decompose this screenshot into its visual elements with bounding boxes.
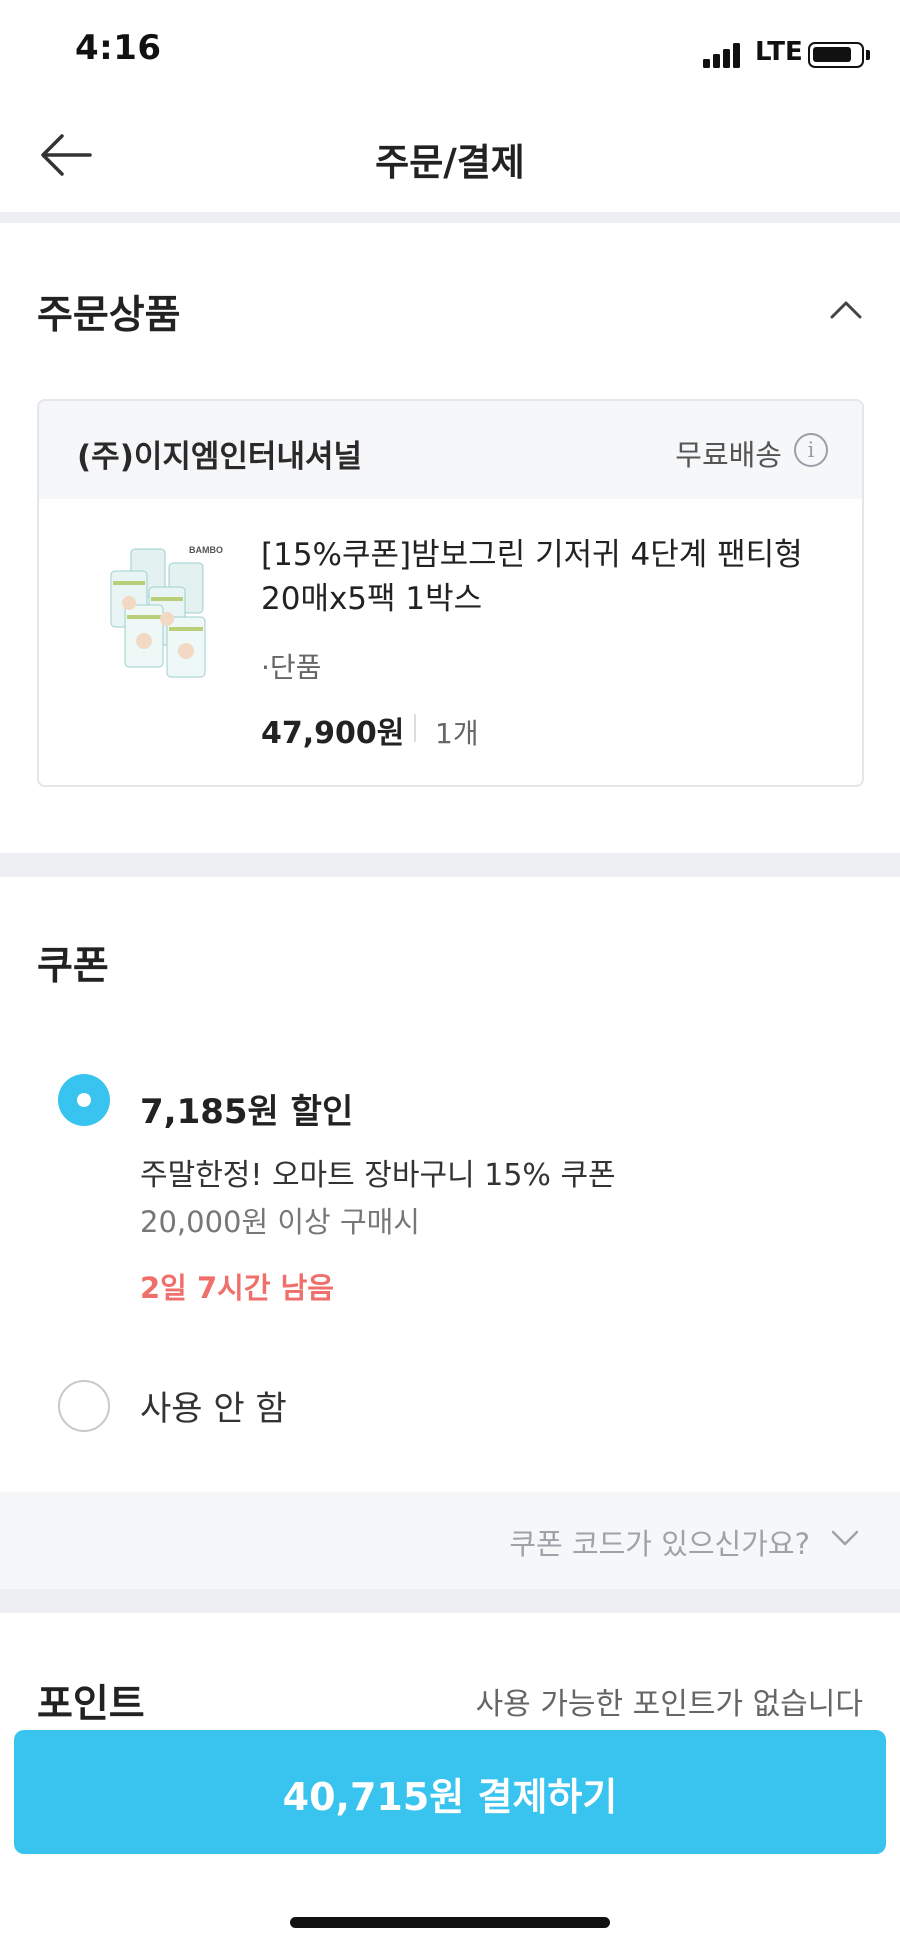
coupon-discount-amount: 7,185원 할인 — [140, 1092, 354, 1132]
coupon-code-toggle[interactable]: 쿠폰 코드가 있으신가요? — [0, 1492, 900, 1589]
product-thumbnail[interactable]: BAMBO — [97, 541, 225, 681]
coupon-none-label[interactable]: 사용 안 함 — [140, 1381, 287, 1430]
coupon-radio-none[interactable] — [58, 1380, 110, 1432]
product-option: ·단품 — [261, 651, 322, 684]
coupon-name: 주말한정! 오마트 장바구니 15% 쿠폰 — [140, 1158, 616, 1193]
pay-button-label[interactable]: 40,715원 결제하기 — [14, 1766, 886, 1821]
info-icon[interactable]: i — [794, 433, 828, 467]
status-bar: 4:16 LTE — [0, 0, 900, 100]
collapse-button[interactable] — [826, 290, 866, 330]
section-divider — [0, 853, 900, 877]
product-brand-text: BAMBO — [189, 545, 223, 555]
coupon-radio-selected[interactable] — [58, 1074, 110, 1126]
coupon-remaining-time: 2일 7시간 남음 — [140, 1271, 334, 1305]
product-quantity: 1개 — [435, 717, 479, 750]
chevron-down-icon[interactable] — [830, 1528, 860, 1548]
chevron-up-icon[interactable] — [826, 290, 866, 330]
section-divider — [0, 1589, 900, 1613]
order-section-title: 주문상품 — [37, 293, 181, 338]
pay-button[interactable]: 40,715원 결제하기 — [14, 1730, 886, 1854]
point-section-title: 포인트 — [37, 1682, 145, 1727]
product-price: 47,900원 — [261, 716, 405, 751]
network-label: LTE — [755, 37, 803, 67]
page-title: 주문/결제 — [375, 141, 525, 184]
seller-name: (주)이지엠인터내셔널 — [77, 439, 363, 475]
nav-bar: 주문/결제 — [0, 100, 900, 212]
home-indicator — [290, 1917, 610, 1928]
battery-icon — [808, 42, 864, 68]
signal-icon — [703, 42, 745, 68]
coupon-code-prompt[interactable]: 쿠폰 코드가 있으신가요? — [509, 1521, 810, 1563]
coupon-section-title: 쿠폰 — [37, 944, 109, 989]
section-divider — [0, 212, 900, 223]
seller-header: (주)이지엠인터내셔널 무료배송 i — [39, 401, 862, 499]
point-status: 사용 가능한 포인트가 없습니다 — [475, 1687, 863, 1722]
shipping-label: 무료배송 — [675, 438, 782, 472]
product-name[interactable]: [15%쿠폰]밤보그린 기저귀 4단계 팬티형 20매x5팩 1박스 — [261, 533, 841, 621]
quantity-separator — [414, 714, 416, 742]
battery-nub — [866, 50, 870, 60]
coupon-condition: 20,000원 이상 구매시 — [140, 1205, 420, 1239]
seller-card: (주)이지엠인터내셔널 무료배송 i BAMBO [15%쿠폰]밤보그린 기저귀… — [37, 399, 864, 787]
status-time: 4:16 — [75, 28, 162, 68]
